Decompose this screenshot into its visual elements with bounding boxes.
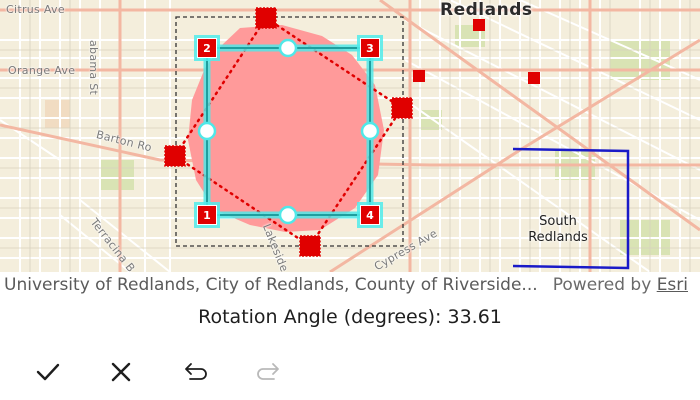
redo-icon bbox=[257, 363, 279, 380]
vertex-handle-4[interactable]: 4 bbox=[360, 205, 380, 225]
label-redlands: Redlands bbox=[440, 0, 533, 20]
label-orange-ave: Orange Ave bbox=[8, 64, 76, 77]
rotation-handle bbox=[255, 7, 277, 29]
vertex-handle-3[interactable]: 3 bbox=[360, 38, 380, 58]
esri-link[interactable]: Esri bbox=[657, 275, 688, 295]
midpoint-handle-right bbox=[360, 121, 380, 141]
undo-button[interactable] bbox=[180, 356, 212, 388]
rotation-handle bbox=[164, 145, 186, 167]
label-south-redlands: South Redlands bbox=[520, 214, 596, 246]
attribution-text[interactable]: University of Redlands, City of Redlands… bbox=[4, 275, 538, 295]
label-alabama-st: abama St bbox=[87, 40, 100, 96]
edit-toolbar bbox=[0, 344, 700, 400]
attribution-bar: University of Redlands, City of Redlands… bbox=[0, 272, 700, 300]
vertex-handle-2[interactable]: 2 bbox=[197, 38, 217, 58]
point-marker bbox=[528, 72, 540, 84]
map-view[interactable]: Citrus Ave Orange Ave abama St Barton Ro… bbox=[0, 0, 700, 272]
powered-by: Powered by Esri bbox=[553, 275, 688, 295]
rotation-angle-label: Rotation Angle (degrees): 33.61 bbox=[198, 306, 502, 328]
close-icon bbox=[111, 362, 131, 382]
accept-button[interactable] bbox=[32, 356, 64, 388]
rotation-handle bbox=[299, 235, 321, 257]
check-icon bbox=[36, 363, 60, 381]
point-marker bbox=[413, 70, 425, 82]
rotation-handle bbox=[391, 97, 413, 119]
vertex-handle-1[interactable]: 1 bbox=[197, 205, 217, 225]
redo-button[interactable] bbox=[252, 356, 284, 388]
undo-icon bbox=[185, 363, 207, 380]
midpoint-handle-bottom bbox=[278, 205, 298, 225]
label-south-redlands-text: South Redlands bbox=[528, 214, 588, 245]
point-marker bbox=[473, 19, 485, 31]
label-citrus-ave: Citrus Ave bbox=[6, 3, 65, 16]
cancel-button[interactable] bbox=[105, 356, 137, 388]
powered-by-label: Powered by bbox=[552, 275, 652, 295]
midpoint-handle-top bbox=[278, 38, 298, 58]
midpoint-handle-left bbox=[197, 121, 217, 141]
